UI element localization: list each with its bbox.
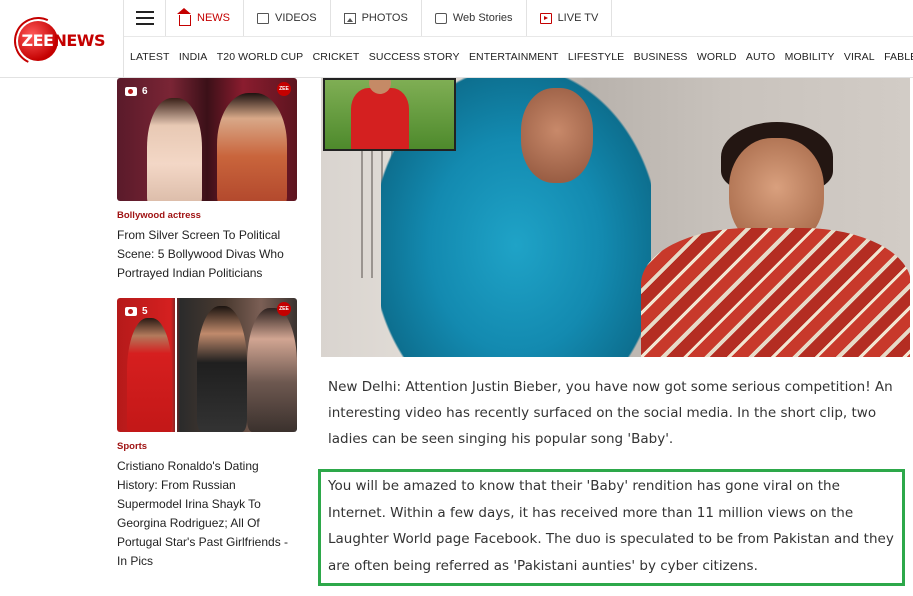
category-t20-world-cup[interactable]: T20 WORLD CUP <box>212 51 308 63</box>
card-title[interactable]: Cristiano Ronaldo's Dating History: From… <box>117 457 297 571</box>
category-fables-of-fac[interactable]: FABLES OF FAC <box>879 51 913 63</box>
category-lifestyle[interactable]: LIFESTYLE <box>563 51 629 63</box>
category-viral[interactable]: VIRAL <box>839 51 879 63</box>
zee-news-logo: ZEENEWS <box>6 10 108 72</box>
category-cricket[interactable]: CRICKET <box>308 51 364 63</box>
card-thumbnail[interactable]: 6 ZEE <box>117 78 297 201</box>
camera-icon <box>125 87 137 96</box>
nav-news[interactable]: NEWS <box>166 0 244 36</box>
category-world[interactable]: WORLD <box>692 51 741 63</box>
nav-photos[interactable]: PHOTOS <box>331 0 422 36</box>
category-entertainment[interactable]: ENTERTAINMENT <box>464 51 563 63</box>
stories-icon <box>434 12 447 24</box>
category-business[interactable]: BUSINESS <box>629 51 692 63</box>
category-success-story[interactable]: SUCCESS STORY <box>364 51 464 63</box>
card-category[interactable]: Sports <box>117 441 297 452</box>
nav-web-stories[interactable]: Web Stories <box>422 0 527 36</box>
image-icon <box>343 12 356 24</box>
card-thumbnail[interactable]: 5 ZEE <box>117 298 297 432</box>
camera-icon <box>125 307 137 316</box>
home-icon <box>177 7 191 26</box>
video-inset-thumbnail <box>323 78 456 151</box>
card-title[interactable]: From Silver Screen To Political Scene: 5… <box>117 226 297 283</box>
card-category[interactable]: Bollywood actress <box>117 210 297 221</box>
photo-count-badge: 6 <box>125 86 148 97</box>
category-auto[interactable]: AUTO <box>741 51 780 63</box>
tv-icon <box>257 12 269 24</box>
related-card[interactable]: 5 ZEE Sports Cristiano Ronaldo's Dating … <box>117 298 297 571</box>
photo-count-badge: 5 <box>125 306 148 317</box>
hamburger-menu-icon[interactable] <box>124 0 166 36</box>
category-nav: LATEST INDIA T20 WORLD CUP CRICKET SUCCE… <box>124 38 913 76</box>
live-tv-icon <box>539 12 552 24</box>
top-nav: NEWS VIDEOS PHOTOS Web Stories LIVE TV <box>124 0 913 37</box>
article-paragraph-highlighted: You will be amazed to know that their 'B… <box>328 478 894 575</box>
nav-live-tv[interactable]: LIVE TV <box>527 0 613 36</box>
article-main-image <box>321 78 910 357</box>
zee-watermark-icon: ZEE <box>277 302 291 316</box>
category-mobility[interactable]: MOBILITY <box>780 51 839 63</box>
article-paragraph: New Delhi: Attention Justin Bieber, you … <box>328 379 893 447</box>
nav-videos[interactable]: VIDEOS <box>244 0 331 36</box>
logo-link[interactable]: ZEENEWS <box>0 0 124 78</box>
category-india[interactable]: INDIA <box>174 51 212 63</box>
category-latest[interactable]: LATEST <box>124 51 174 63</box>
site-header: ZEENEWS NEWS VIDEOS PHOTOS Web Stories L… <box>0 0 913 78</box>
zee-watermark-icon: ZEE <box>277 82 291 96</box>
related-card[interactable]: 6 ZEE Bollywood actress From Silver Scre… <box>117 78 297 283</box>
